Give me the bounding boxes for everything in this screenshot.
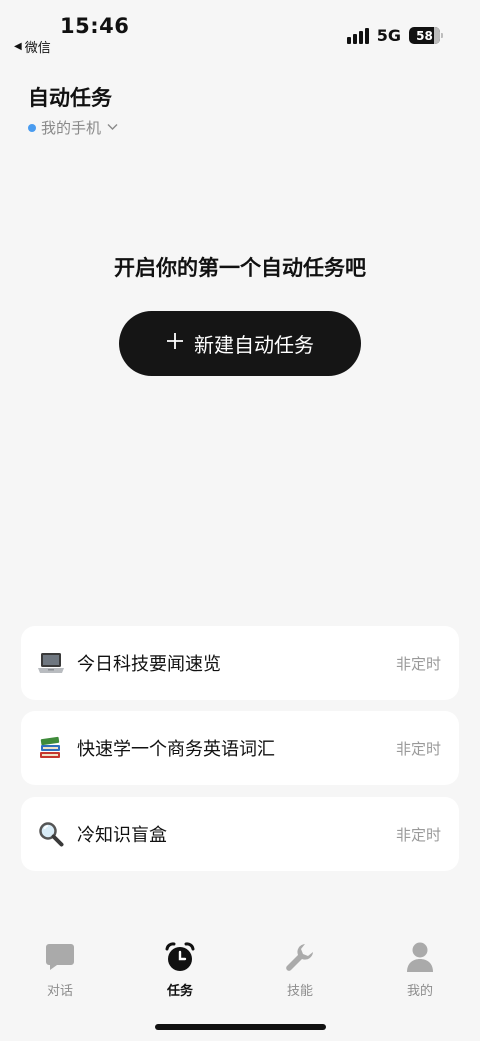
alarm-clock-icon <box>164 940 196 974</box>
chat-bubble-icon <box>44 940 76 974</box>
tab-me[interactable]: 我的 <box>375 940 465 999</box>
new-auto-task-button[interactable]: 新建自动任务 <box>119 311 361 376</box>
plus-icon <box>166 329 184 355</box>
device-selector[interactable]: 我的手机 <box>28 117 118 138</box>
task-template-title: 今日科技要闻速览 <box>77 654 221 675</box>
empty-state-heading: 开启你的第一个自动任务吧 <box>114 256 366 280</box>
status-indicators: 5G 58 <box>346 26 443 45</box>
tab-label: 任务 <box>166 984 193 999</box>
task-template-schedule: 非定时 <box>395 739 441 758</box>
back-to-app-link[interactable]: ◀ 微信 <box>14 37 51 56</box>
chevron-down-icon <box>107 121 118 134</box>
screen: 15:46 ◀ 微信 5G 58 自动任务 我的手机 开启你的第一个自动任务吧 … <box>0 0 480 1041</box>
tab-label: 对话 <box>46 984 73 999</box>
magnifier-icon <box>37 820 65 848</box>
status-time: 15:46 <box>60 14 130 38</box>
new-auto-task-label: 新建自动任务 <box>194 333 314 357</box>
task-template-card-business-english[interactable]: 快速学一个商务英语词汇 非定时 <box>21 711 459 785</box>
network-type: 5G <box>376 26 401 45</box>
task-template-card-tech-news[interactable]: 今日科技要闻速览 非定时 <box>21 626 459 700</box>
books-icon <box>37 734 65 762</box>
battery-level: 58 <box>416 28 433 43</box>
page-title: 自动任务 <box>28 86 112 110</box>
battery-icon: 58 <box>409 27 443 44</box>
back-triangle-icon: ◀ <box>14 41 22 52</box>
home-indicator[interactable] <box>155 1024 326 1030</box>
laptop-icon <box>37 649 65 677</box>
task-template-title: 冷知识盲盒 <box>77 825 167 846</box>
back-app-label: 微信 <box>24 41 51 56</box>
person-icon <box>405 940 435 974</box>
tab-tasks[interactable]: 任务 <box>135 940 225 999</box>
task-template-schedule: 非定时 <box>395 825 441 844</box>
device-status-dot <box>28 123 36 132</box>
signal-icon <box>346 27 369 44</box>
tab-skills[interactable]: 技能 <box>255 940 345 999</box>
wrench-icon <box>284 940 316 974</box>
task-template-schedule: 非定时 <box>395 654 441 673</box>
tab-label: 技能 <box>286 984 313 999</box>
tab-label: 我的 <box>406 984 433 999</box>
task-template-card-trivia-box[interactable]: 冷知识盲盒 非定时 <box>21 797 459 871</box>
task-template-title: 快速学一个商务英语词汇 <box>77 739 275 760</box>
tab-chat[interactable]: 对话 <box>15 940 105 999</box>
device-name: 我的手机 <box>41 119 102 137</box>
